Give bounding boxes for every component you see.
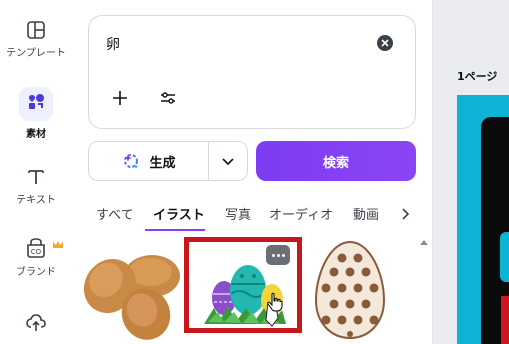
page-label: 1ページ xyxy=(457,70,498,83)
sidebar-item-brand[interactable]: CO ブランド xyxy=(0,237,72,278)
svg-text:CO: CO xyxy=(31,248,42,256)
scroll-up-icon xyxy=(420,240,428,245)
category-tabs: すべて イラスト 写真 オーディオ 動画 xyxy=(88,200,410,234)
canvas-shape xyxy=(500,232,509,282)
canvas-shape xyxy=(501,296,509,344)
filter-icon xyxy=(161,92,175,104)
chevron-right-icon xyxy=(402,208,410,220)
result-polka-dot-egg[interactable] xyxy=(310,238,390,344)
plus-icon xyxy=(113,91,127,105)
magic-sparkle-icon xyxy=(124,154,139,169)
clear-search-button[interactable] xyxy=(377,35,393,51)
tab-videos[interactable]: 動画 xyxy=(353,204,379,223)
template-icon xyxy=(26,20,46,40)
results-grid xyxy=(72,236,420,344)
left-rail: テンプレート 素材 テキスト CO ブランド xyxy=(0,0,72,344)
upload-icon xyxy=(25,311,47,333)
generate-split-button: 生成 xyxy=(88,141,248,181)
sidebar-item-uploads[interactable] xyxy=(0,311,72,333)
active-tab-indicator xyxy=(145,229,205,231)
filter-button[interactable] xyxy=(157,87,179,109)
tab-photos[interactable]: 写真 xyxy=(225,204,251,223)
tab-illustrations[interactable]: イラスト xyxy=(153,204,205,223)
sidebar-item-templates[interactable]: テンプレート xyxy=(0,20,72,59)
more-icon xyxy=(271,253,275,257)
text-icon xyxy=(26,167,46,187)
tabs-scroll-right-button[interactable] xyxy=(400,206,410,225)
chevron-down-icon xyxy=(222,158,234,166)
search-input[interactable]: 卵 xyxy=(106,34,120,54)
generate-button[interactable]: 生成 xyxy=(89,142,208,180)
polka-dot-egg-image xyxy=(314,240,386,340)
add-button[interactable] xyxy=(109,87,131,109)
sidebar-item-label: テンプレート xyxy=(6,48,66,59)
active-indicator xyxy=(19,87,53,121)
crown-icon xyxy=(52,234,64,253)
sidebar-item-elements[interactable]: 素材 xyxy=(0,87,72,140)
app-root: テンプレート 素材 テキスト CO ブランド 卵 生成 検索 すべて イラスト … xyxy=(0,0,509,344)
sidebar-item-label: テキスト xyxy=(16,195,56,206)
generate-options-button[interactable] xyxy=(209,142,247,180)
search-box[interactable]: 卵 xyxy=(88,15,416,129)
brown-eggs-image xyxy=(83,255,180,340)
elements-icon xyxy=(26,92,46,116)
tab-all[interactable]: すべて xyxy=(96,204,134,223)
search-button[interactable]: 検索 xyxy=(256,141,416,181)
sidebar-item-text[interactable]: テキスト xyxy=(0,167,72,206)
hand-cursor-icon xyxy=(266,292,284,316)
result-brown-eggs[interactable] xyxy=(83,242,184,344)
close-icon xyxy=(381,39,389,47)
sidebar-item-label: ブランド xyxy=(16,267,56,278)
generate-label: 生成 xyxy=(149,155,176,171)
tab-audio[interactable]: オーディオ xyxy=(269,204,333,223)
sidebar-item-label: 素材 xyxy=(26,129,46,140)
more-options-button[interactable] xyxy=(266,245,290,265)
results-scrollbar[interactable] xyxy=(419,236,429,344)
brand-icon: CO xyxy=(25,237,47,259)
